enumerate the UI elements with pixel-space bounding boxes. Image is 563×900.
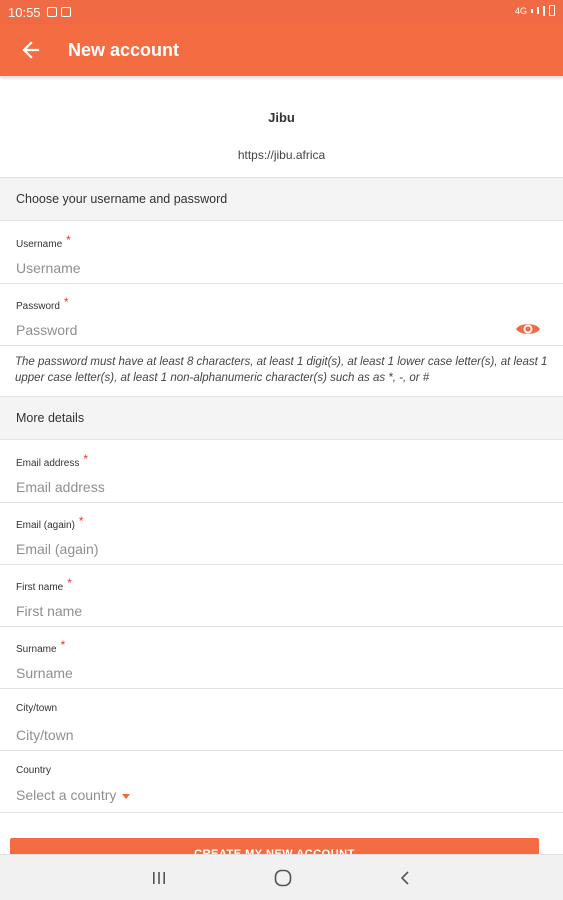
email-input[interactable] <box>16 477 496 497</box>
first-name-label: First name * <box>16 576 72 593</box>
app-notification-icon <box>60 7 71 17</box>
page-title: New account <box>68 39 180 60</box>
email-again-input[interactable] <box>16 539 496 559</box>
network-type: 4G <box>514 5 527 16</box>
required-marker: * <box>67 576 72 590</box>
app-bar: New account <box>0 24 563 76</box>
surname-input[interactable] <box>16 663 496 683</box>
email-again-field-group: Email (again) * <box>0 503 563 565</box>
city-label: City/town <box>16 703 58 714</box>
signal-icon <box>531 8 533 13</box>
section-header-details: More details <box>0 396 563 440</box>
username-field-group: Username * <box>0 222 563 284</box>
required-marker: * <box>83 452 89 466</box>
email-field-group: Email address * <box>0 441 563 503</box>
country-field-group: Country Select a country <box>0 751 563 813</box>
battery-icon <box>549 5 555 16</box>
site-name: Jibu <box>268 110 295 125</box>
caret-down-icon <box>122 793 131 799</box>
home-icon <box>274 869 292 887</box>
first-name-label-text: First name <box>16 582 64 593</box>
city-field-group: City/town <box>0 689 563 751</box>
chevron-left-icon <box>400 871 409 885</box>
site-url: https://jibu.africa <box>237 148 326 162</box>
password-label-text: Password <box>16 301 60 312</box>
nav-home-button[interactable] <box>253 855 313 900</box>
username-input[interactable] <box>16 258 496 278</box>
password-hint: The password must have at least 8 charac… <box>15 356 548 384</box>
status-bar: 10:55 4G <box>0 0 563 24</box>
system-nav-bar <box>0 854 563 900</box>
country-select[interactable]: Select a country <box>16 787 131 803</box>
city-input[interactable] <box>16 725 496 745</box>
country-label: Country <box>16 765 52 776</box>
signal-bar <box>543 5 545 16</box>
recents-icon <box>153 872 165 884</box>
back-button[interactable] <box>0 24 62 76</box>
surname-label-text: Surname <box>16 644 57 655</box>
required-marker: * <box>66 233 71 247</box>
required-marker: * <box>63 295 69 309</box>
surname-label: Surname * <box>16 638 66 655</box>
surname-field-group: Surname * <box>0 627 563 689</box>
email-again-label: Email (again) * <box>16 514 84 531</box>
username-label: Username * <box>16 233 71 250</box>
create-account-button[interactable]: CREATE MY NEW ACCOUNT <box>10 838 539 854</box>
email-again-label-text: Email (again) <box>16 520 75 531</box>
email-label: Email address * <box>16 452 89 469</box>
nav-back-button[interactable] <box>375 855 435 900</box>
password-label: Password * <box>16 295 69 312</box>
status-indicators: 4G <box>515 5 555 16</box>
email-label-text: Email address <box>16 458 80 469</box>
gallery-notification-icon <box>46 7 57 17</box>
first-name-field-group: First name * <box>0 565 563 627</box>
username-label-text: Username <box>16 239 63 250</box>
eye-icon[interactable] <box>515 321 541 337</box>
status-time: 10:55 <box>8 4 41 20</box>
arrow-left-icon <box>22 41 40 59</box>
country-select-value: Select a country <box>16 787 117 803</box>
section-header-credentials: Choose your username and password <box>0 177 563 221</box>
required-marker: * <box>78 514 84 528</box>
nav-recents-button[interactable] <box>129 855 189 900</box>
first-name-input[interactable] <box>16 601 496 621</box>
password-input[interactable] <box>16 320 496 340</box>
password-field-group: Password * <box>0 284 563 346</box>
signup-form[interactable]: Jibu https://jibu.africa Choose your use… <box>0 76 563 854</box>
required-marker: * <box>60 638 66 652</box>
signal-bar <box>537 7 539 14</box>
